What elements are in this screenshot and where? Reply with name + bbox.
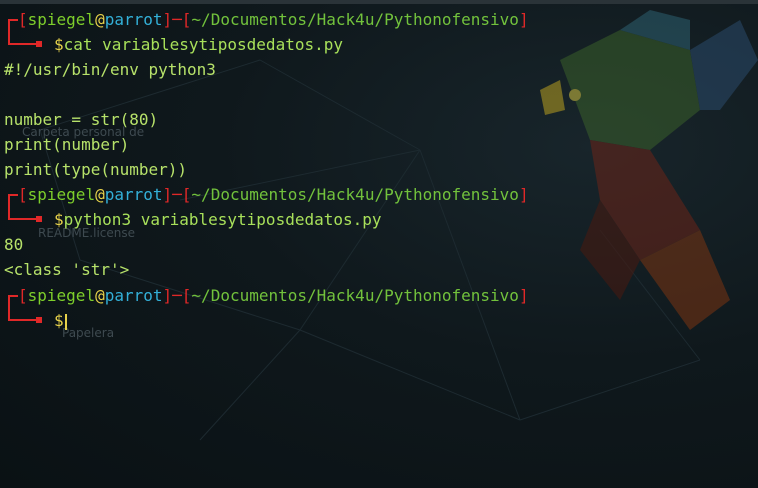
prompt-command-line[interactable]: $ — [0, 297, 67, 333]
output-line: print(number) — [4, 135, 130, 154]
output-line: 80 — [4, 235, 24, 254]
output-line: #!/usr/bin/env python3 — [4, 60, 216, 79]
prompt-path: ~/Documentos/Hack4u/Pythonofensivo — [191, 10, 519, 29]
prompt-command-line: $python3 variablesytiposdedatos.py — [0, 196, 382, 232]
prompt-header: [spiegel@parrot]─[~/Documentos/Hack4u/Py… — [0, 183, 529, 207]
command-text: cat variablesytiposdedatos.py — [63, 35, 343, 54]
prompt-header: [spiegel@parrot]─[~/Documentos/Hack4u/Py… — [0, 8, 529, 32]
prompt-corner-arrow — [0, 21, 42, 57]
output-line: number = str(80) — [4, 110, 159, 129]
command-text: python3 variablesytiposdedatos.py — [63, 210, 382, 229]
prompt-command-line: $cat variablesytiposdedatos.py — [0, 21, 343, 57]
output-line: <class 'str'> — [4, 260, 130, 279]
prompt-host: parrot — [104, 10, 163, 29]
prompt-user: spiegel — [27, 10, 96, 29]
text-cursor — [64, 313, 67, 330]
desktop-label-trash: Papelera — [62, 326, 115, 340]
terminal-window[interactable]: Carpeta personal de README.license Papel… — [0, 0, 758, 488]
output-line: print(type(number)) — [4, 160, 188, 179]
parrot-illustration — [540, 10, 758, 330]
prompt-header: [spiegel@parrot]─[~/Documentos/Hack4u/Py… — [0, 284, 529, 308]
